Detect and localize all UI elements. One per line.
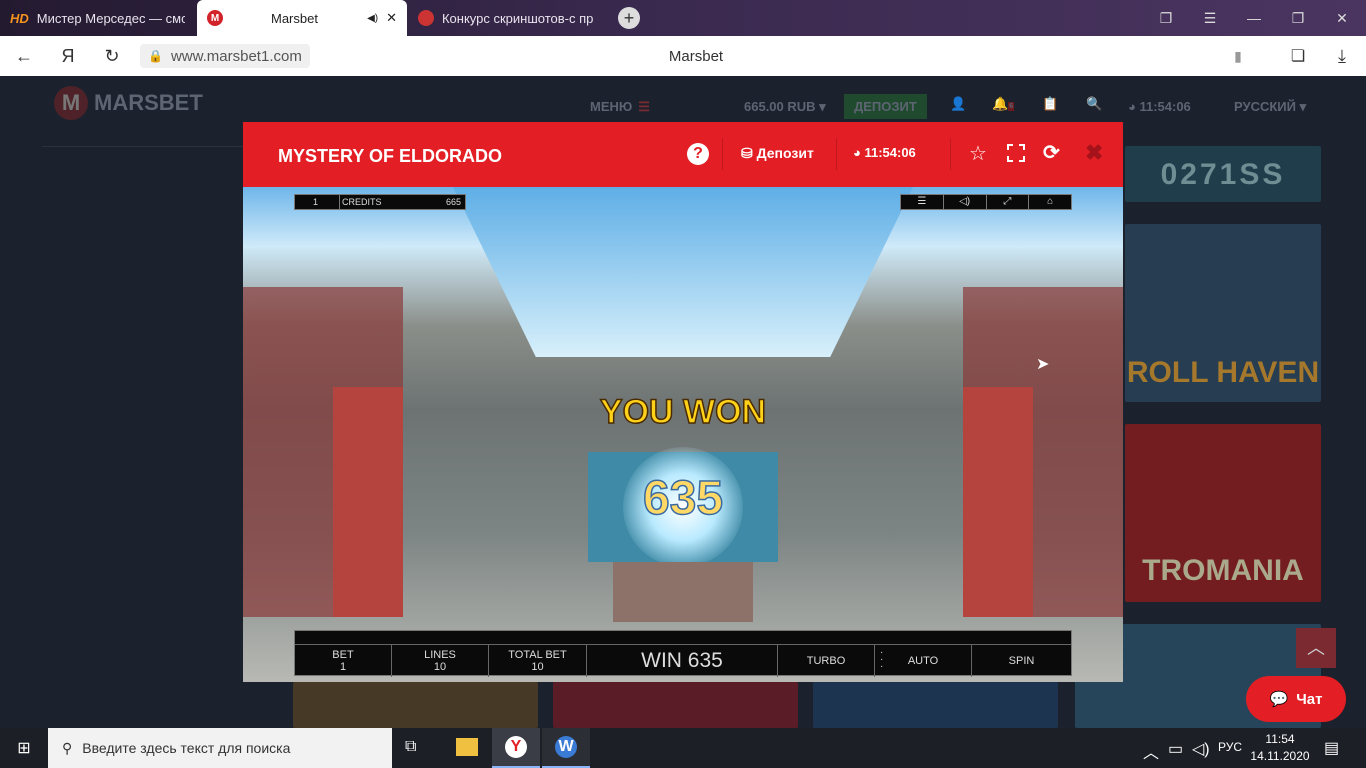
home-icon[interactable]: ⌂: [1029, 195, 1071, 209]
game-thumb[interactable]: [813, 682, 1058, 728]
site-deposit-button[interactable]: ДЕПОЗИТ: [844, 94, 927, 119]
game-menu-icon[interactable]: ☰: [901, 195, 944, 209]
clock[interactable]: 11:54 14.11.2020: [1250, 731, 1310, 765]
marsbet-logo[interactable]: M MARSBET: [54, 86, 203, 120]
file-explorer-icon[interactable]: [456, 738, 478, 756]
cursor-icon: ➤: [1036, 356, 1050, 373]
game-controls: BET 1 LINES 10 TOTAL BET 10 WIN 635 TURBO ·…: [294, 630, 1072, 677]
menu-icon[interactable]: ☰: [1190, 0, 1230, 36]
clock-icon: ◕: [853, 145, 865, 160]
win-display: WIN 635: [587, 645, 778, 677]
game-thumb[interactable]: [553, 682, 798, 728]
page-title: Marsbet: [668, 48, 724, 65]
credits-bar: 1 CREDITS 665: [294, 194, 466, 210]
coins-icon: ⛁: [741, 145, 757, 161]
modal-clock: ◕ 11:54:06: [853, 145, 916, 160]
game-thumb[interactable]: TROMANIA: [1125, 424, 1321, 602]
close-modal-icon[interactable]: ✖: [1085, 140, 1103, 166]
game-toolbar: ☰ ◁) ⤢ ⌂: [900, 194, 1072, 210]
yandex-browser-icon[interactable]: Y: [492, 728, 540, 768]
close-tab-icon[interactable]: ✕: [386, 10, 397, 26]
chat-bubble-icon: 💬: [1269, 691, 1289, 708]
bell-icon[interactable]: 🔔6: [992, 96, 1015, 112]
lines-display[interactable]: LINES 10: [392, 645, 489, 677]
spin-button[interactable]: SPIN: [972, 645, 1071, 677]
hamburger-icon: ☰: [638, 99, 650, 114]
deposit-button[interactable]: ⛁ Депозит: [741, 145, 814, 162]
task-view-icon[interactable]: ⧉: [405, 738, 416, 756]
scroll-top-button[interactable]: ︿: [1296, 628, 1336, 668]
help-icon[interactable]: ?: [687, 143, 709, 165]
search-icon: ⚲: [62, 739, 73, 756]
tray-chevron-icon[interactable]: ︿: [1143, 739, 1159, 763]
win-amount-text: 635: [642, 471, 724, 526]
collections-icon[interactable]: ❏: [1282, 36, 1314, 76]
search-icon[interactable]: 🔍: [1086, 96, 1102, 112]
word-icon[interactable]: W: [542, 728, 590, 768]
start-button[interactable]: ⊞: [0, 728, 48, 768]
bet-display[interactable]: BET 1: [295, 645, 392, 677]
total-bet-display: TOTAL BET 10: [489, 645, 587, 677]
hd-icon: HD: [10, 10, 29, 26]
sound-icon[interactable]: ◁): [944, 195, 987, 209]
favorite-star-icon[interactable]: ☆: [969, 141, 987, 166]
tabs-icon[interactable]: ❐: [1146, 0, 1186, 36]
tab-mister-mercedes[interactable]: HD Мистер Мерседес — смо: [0, 0, 195, 36]
close-window-icon[interactable]: ✕: [1322, 0, 1362, 36]
user-icon[interactable]: 👤: [950, 96, 966, 112]
taskbar-search[interactable]: ⚲ Введите здесь текст для поиска: [48, 728, 392, 768]
notifications-icon[interactable]: ▤: [1324, 738, 1339, 758]
game-thumb[interactable]: [293, 682, 538, 728]
expand-icon[interactable]: ⤢: [987, 195, 1030, 209]
game-thumb[interactable]: ROLL HAVEN: [1125, 224, 1321, 402]
clipboard-icon[interactable]: 📋: [1042, 96, 1058, 112]
site-header: M MARSBET МЕНЮ ☰ 665.00 RUB ▾ ДЕПОЗИТ 👤 🔔6…: [42, 84, 1322, 122]
turbo-button[interactable]: TURBO: [778, 645, 875, 677]
chat-button[interactable]: 💬 Чат: [1246, 676, 1346, 722]
site-clock: ◕ 11:54:06: [1128, 99, 1191, 114]
refresh-icon[interactable]: ⟳: [1043, 140, 1060, 165]
auto-button[interactable]: · · · AUTO: [875, 645, 972, 677]
minimize-icon[interactable]: —: [1234, 0, 1274, 36]
download-icon[interactable]: ⤓: [1326, 36, 1358, 76]
bookmark-icon[interactable]: ▮: [1222, 36, 1254, 76]
menu-button[interactable]: МЕНЮ ☰: [590, 99, 650, 115]
tab-bar: HD Мистер Мерседес — смо M Marsbet ◀) ✕ Конк…: [0, 0, 1366, 36]
new-tab-button[interactable]: +: [618, 7, 640, 29]
marsbet-favicon: M: [207, 10, 223, 26]
balance-dropdown[interactable]: 665.00 RUB ▾: [744, 99, 826, 115]
you-won-text: YOU WON: [599, 392, 767, 432]
volume-icon[interactable]: ◁): [1192, 739, 1210, 759]
taskbar: ⊞ ⚲ Введите здесь текст для поиска ⧉ Y W …: [0, 728, 1366, 768]
contest-favicon: [418, 10, 434, 26]
audio-icon[interactable]: ◀): [367, 13, 378, 24]
language-dropdown[interactable]: РУССКИЙ ▾: [1234, 99, 1306, 115]
battery-icon[interactable]: ▭: [1168, 739, 1183, 759]
game-title: MYSTERY OF ELDORADO: [278, 146, 503, 166]
tab-contest[interactable]: Конкурс скриншотов-с пр: [408, 0, 603, 36]
fullscreen-icon[interactable]: [1007, 144, 1025, 162]
game-thumb[interactable]: 0271SS: [1125, 146, 1321, 202]
restore-icon[interactable]: ❐: [1278, 0, 1318, 36]
tab-marsbet[interactable]: M Marsbet ◀) ✕: [197, 0, 407, 36]
address-bar: ← Я ↻ 🔒 www.marsbet1.com Marsbet ▮ ❏ ⤓: [0, 36, 1366, 76]
game-modal-header: MYSTERY OF ELDORADO ? ⛁ Депозит ◕ 11:54:…: [243, 122, 1123, 187]
language-indicator[interactable]: РУС: [1218, 740, 1242, 754]
game-canvas[interactable]: YOU WON 635 1 CREDITS 665 ☰ ◁) ⤢ ⌂ BET 1 …: [243, 187, 1123, 682]
